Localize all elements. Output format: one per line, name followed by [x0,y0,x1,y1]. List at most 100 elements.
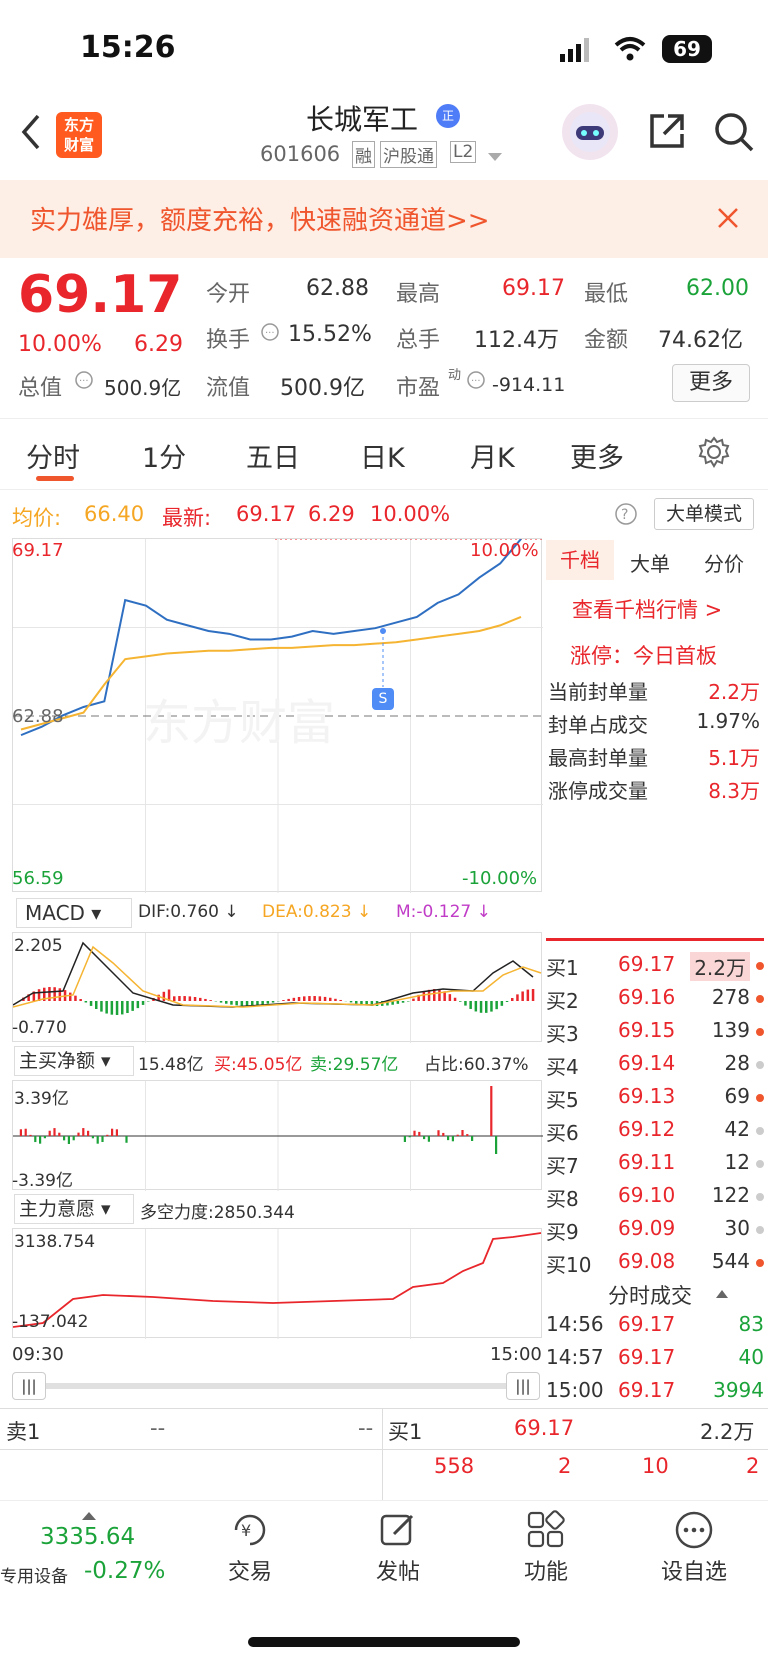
macd-panel[interactable] [12,932,542,1043]
function-grid-icon[interactable] [526,1510,566,1554]
mainbuy-select[interactable]: 主买净额 ▾ [14,1046,134,1076]
nav-trade[interactable]: 交易 [190,1554,310,1586]
stock-code: 601606 [260,142,341,166]
mktcap-value: 500.9亿 [104,376,182,400]
nav-function[interactable]: 功能 [486,1554,606,1586]
mainbuy-bar [451,1136,454,1142]
orderbook-row[interactable]: 买1 69.17 2.2万 [546,952,764,982]
orderbook-row[interactable]: 买8 69.10 122 [546,1183,764,1213]
mainwill-select[interactable]: 主力意愿 ▾ [14,1194,134,1224]
macd-bar [485,1001,488,1013]
close-icon[interactable] [716,206,740,234]
orderbook-dot [756,1094,764,1102]
turnover-label: 换手 [206,328,251,353]
orderbook-row[interactable]: 买9 69.09 30 [546,1216,764,1246]
info-icon-3[interactable]: ··· [466,370,486,394]
tab-daily-k[interactable]: 日K [360,436,405,475]
trade-icon[interactable]: ¥ [228,1510,272,1554]
orderbook-row[interactable]: 买3 69.15 139 [546,1018,764,1048]
watermark: 东方财富 [143,695,335,751]
banner-text[interactable]: 实力雄厚，额度充裕，快速融资通道>> [30,200,490,237]
svg-text:?: ? [621,507,628,523]
orderbook-row[interactable]: 买4 69.14 28 [546,1051,764,1081]
orderbook-volume: 12 [724,1150,750,1174]
macd-bar [474,1001,478,1012]
post-edit-icon[interactable] [378,1510,418,1554]
orderbook-volume: 28 [724,1051,750,1075]
orderbook-volume: 122 [711,1183,750,1207]
slider-left-handle[interactable]: ||| [12,1372,46,1400]
orderbook-row[interactable]: 买10 69.08 544 [546,1249,764,1279]
sector-pct: -0.27% [84,1558,166,1584]
time-range-slider[interactable]: ||| ||| [12,1372,540,1400]
info-icon[interactable]: ··· [260,322,280,346]
avg-value: 66.40 [84,502,145,526]
mainbuy-panel[interactable] [12,1080,543,1191]
price-axis-ref: 62.88 [12,706,64,727]
more-dots-icon[interactable] [674,1510,714,1554]
tab-intraday[interactable]: 分时 [26,436,80,475]
macd-bar [329,997,332,1001]
info-icon-2[interactable]: ··· [74,370,94,394]
turnover-value: 15.52% [288,322,372,347]
help-icon[interactable]: ? [614,502,638,530]
slider-right-handle[interactable]: ||| [506,1372,540,1400]
macd-bar [126,1001,129,1014]
orderbook-row[interactable]: 买7 69.11 12 [546,1150,764,1180]
macd-bar [173,996,176,1001]
mainwill-bottom: -137.042 [12,1312,89,1332]
price-chart-panel[interactable]: 东方财富 [12,538,543,893]
back-icon[interactable] [18,112,44,156]
promo-banner[interactable]: 实力雄厚，额度充裕，快速融资通道>> [0,180,768,258]
macd-bar [401,1001,405,1003]
assistant-avatar[interactable] [562,104,618,160]
stock-header: 长城军工 正 601606 融 沪股通 L2 [0,92,768,180]
index-value[interactable]: 3335.64 [40,1524,135,1550]
view-qiandang-link[interactable]: 查看千档行情 > [572,594,722,624]
big-order-mode-button[interactable]: 大单模式 [654,498,754,530]
status-bar: 15:26 69 [0,0,768,92]
orderbook-level: 买6 [546,1121,579,1145]
share-icon[interactable] [646,110,688,156]
more-button[interactable]: 更多 [672,364,750,402]
orderbook-level: 买7 [546,1154,579,1178]
expand-up-icon[interactable] [82,1506,96,1525]
mainbuy-bar [87,1130,90,1136]
search-icon[interactable] [712,110,756,158]
tab-1min[interactable]: 1分 [142,436,186,475]
tick-time: 14:57 [546,1345,604,1369]
side-tab-fenjia[interactable]: 分价 [704,548,744,577]
macd-bar [448,994,452,1001]
signal-s-icon[interactable]: S [372,688,394,710]
orderbook-dot [756,1193,764,1201]
mainbuy-bar [125,1136,128,1143]
mainbuy-bar [77,1132,80,1136]
orderbook-row[interactable]: 买2 69.16 278 [546,985,764,1015]
macd-bar [459,1001,462,1002]
volume-label: 总手 [396,328,441,353]
orderbook-volume: 278 [711,985,750,1009]
svg-text:¥: ¥ [241,1521,251,1540]
tab-monthly-k[interactable]: 月K [470,436,515,475]
ticks-title[interactable]: 分时成交 [608,1280,692,1310]
orderbook-row[interactable]: 买5 69.13 69 [546,1084,764,1114]
tab-more[interactable]: 更多 [570,436,624,475]
orderbook-row[interactable]: 买6 69.12 42 [546,1117,764,1147]
macd-bar [412,998,415,1001]
orderbook-dot [756,1061,764,1069]
macd-select[interactable]: MACD ▾ [16,898,132,928]
side-tab-qiandang[interactable]: 千档 [546,540,614,580]
nav-add-watchlist[interactable]: 设自选 [634,1554,754,1586]
mainbuy-bar [408,1136,411,1138]
dropdown-icon[interactable] [488,148,502,167]
settings-gear-icon[interactable] [698,436,730,472]
open-value: 62.88 [306,276,369,301]
tab-5day[interactable]: 五日 [246,436,300,475]
price-axis-top: 69.17 [12,540,64,561]
macd-bar [334,998,337,1001]
tick-volume: 3994 [713,1378,764,1402]
tick-row: 14:57 69.17 40 [546,1345,764,1375]
macd-bar [521,991,524,1001]
side-tab-dadan[interactable]: 大单 [630,548,670,577]
nav-post[interactable]: 发帖 [338,1554,458,1586]
